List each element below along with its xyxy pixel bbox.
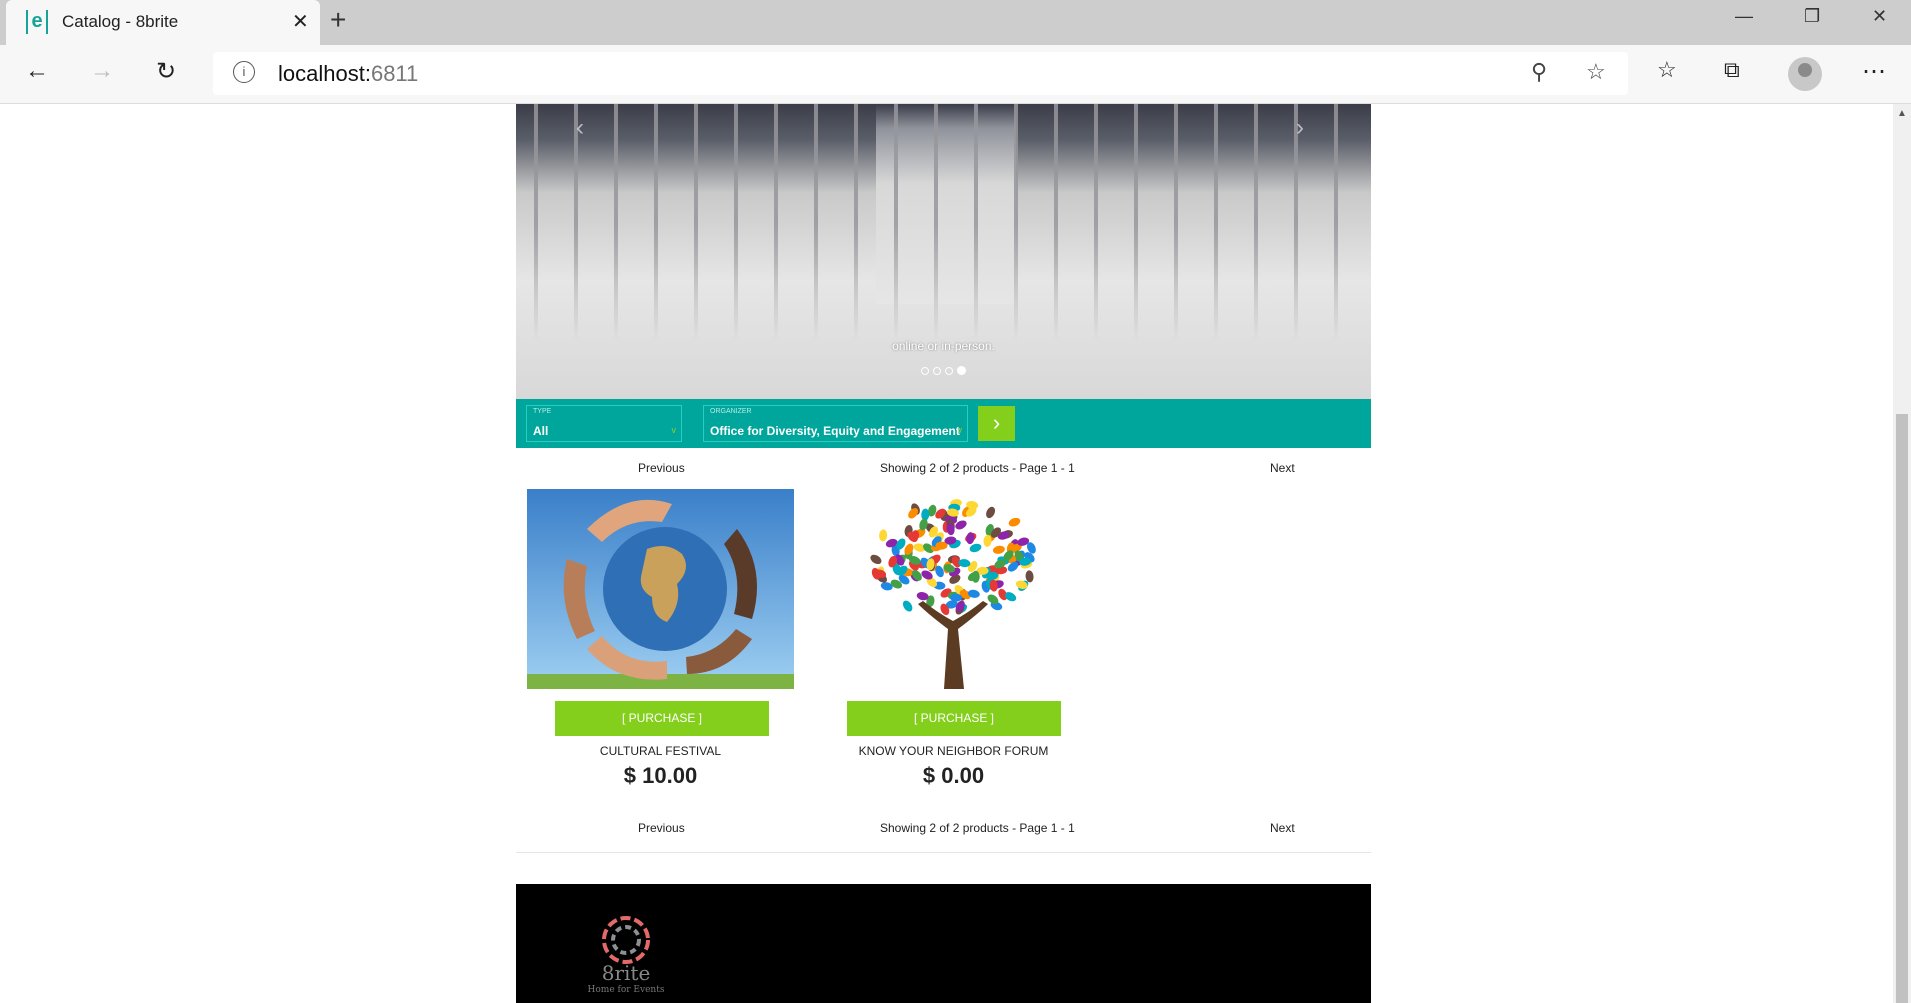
edge-favicon-icon: e [26, 10, 48, 34]
purchase-button[interactable]: [ PURCHASE ] [847, 701, 1061, 736]
product-price: $ 0.00 [922, 763, 985, 788]
type-label: TYPE [533, 408, 552, 415]
svg-text:8rite: 8rite [602, 961, 651, 985]
chevron-right-icon: › [992, 410, 1001, 435]
pagination-summary: Showing 2 of 2 products - Page 1 - 1 [880, 461, 1075, 475]
carousel-prev-icon[interactable]: ‹ [576, 114, 584, 142]
address-bar[interactable]: i localhost:6811 ⚲ ☆ [213, 52, 1628, 95]
carousel-next-icon[interactable]: › [1296, 114, 1304, 142]
refresh-icon[interactable]: ↻ [156, 57, 176, 86]
close-tab-icon[interactable]: ✕ [292, 9, 309, 34]
carousel-dot[interactable] [945, 367, 953, 375]
type-value: All [533, 424, 549, 438]
purchase-button[interactable]: [ PURCHASE ] [555, 701, 769, 736]
favorite-star-icon[interactable]: ☆ [1586, 59, 1606, 85]
filter-bar: TYPE All v ORGANIZER Office for Diversit… [516, 399, 1371, 448]
forward-icon[interactable]: → [90, 57, 114, 85]
chevron-down-icon: v [957, 425, 963, 435]
carousel-dot[interactable] [933, 367, 941, 375]
pagination-bottom: Previous Showing 2 of 2 products - Page … [516, 821, 1371, 837]
collections-icon[interactable]: ⧉ [1724, 57, 1740, 83]
favorites-icon[interactable]: ☆ [1657, 57, 1677, 83]
carousel-dot[interactable] [921, 367, 929, 375]
carousel-indicators [516, 362, 1371, 380]
product-title[interactable]: CULTURAL FESTIVAL [527, 744, 794, 758]
pagination-top: Previous Showing 2 of 2 products - Page … [516, 461, 1371, 477]
scrollbar-thumb[interactable] [1896, 414, 1908, 1003]
product-card: [ PURCHASE ] KNOW YOUR NEIGHBOR FORUM $ … [820, 489, 1087, 788]
browser-toolbar: ← → ↻ i localhost:6811 ⚲ ☆ ☆ ⧉ ⋯ [0, 45, 1911, 104]
footer: 8rite Home for Events [516, 884, 1371, 1003]
apply-filter-button[interactable]: › [978, 406, 1015, 441]
tab-title: Catalog - 8brite [62, 12, 179, 31]
url-text: localhost:6811 [278, 61, 419, 86]
product-image[interactable] [527, 489, 794, 689]
divider [516, 852, 1371, 853]
carousel-dot-active[interactable] [957, 366, 966, 375]
window-close-icon[interactable]: ✕ [1872, 6, 1887, 27]
previous-link[interactable]: Previous [638, 461, 685, 475]
product-card: [ PURCHASE ] CULTURAL FESTIVAL $ 10.00 [527, 489, 794, 788]
profile-avatar[interactable] [1788, 57, 1822, 91]
browser-tab-bar: e Catalog - 8brite ✕ + — ❐ ✕ [0, 0, 1911, 45]
browser-tab[interactable]: e Catalog - 8brite ✕ [6, 0, 320, 45]
back-icon[interactable]: ← [25, 57, 49, 85]
chevron-down-icon: v [671, 425, 677, 435]
organizer-label: ORGANIZER [710, 408, 752, 415]
page-scrollbar[interactable]: ▲ [1893, 104, 1911, 1003]
pagination-summary: Showing 2 of 2 products - Page 1 - 1 [880, 821, 1075, 835]
organizer-value: Office for Diversity, Equity and Engagem… [710, 424, 960, 438]
organizer-select[interactable]: ORGANIZER Office for Diversity, Equity a… [703, 405, 968, 442]
product-image[interactable] [820, 489, 1087, 689]
svg-text:Home for Events: Home for Events [588, 985, 665, 995]
hero-carousel[interactable]: ‹ › online or in-person. [516, 104, 1371, 399]
zoom-out-icon[interactable]: ⚲ [1531, 59, 1547, 85]
hero-image [516, 104, 1371, 399]
next-link[interactable]: Next [1270, 461, 1295, 475]
previous-link[interactable]: Previous [638, 821, 685, 835]
hero-caption: online or in-person. [892, 339, 995, 353]
minimize-icon[interactable]: — [1735, 6, 1753, 27]
product-price: $ 10.00 [623, 763, 698, 788]
8rite-logo: 8rite Home for Events [588, 916, 665, 995]
type-select[interactable]: TYPE All v [526, 405, 682, 442]
more-menu-icon[interactable]: ⋯ [1862, 57, 1886, 86]
product-title[interactable]: KNOW YOUR NEIGHBOR FORUM [820, 744, 1087, 758]
new-tab-icon[interactable]: + [330, 4, 346, 36]
scroll-up-icon[interactable]: ▲ [1897, 108, 1907, 119]
next-link[interactable]: Next [1270, 821, 1295, 835]
info-icon[interactable]: i [233, 61, 255, 83]
restore-icon[interactable]: ❐ [1804, 6, 1820, 27]
